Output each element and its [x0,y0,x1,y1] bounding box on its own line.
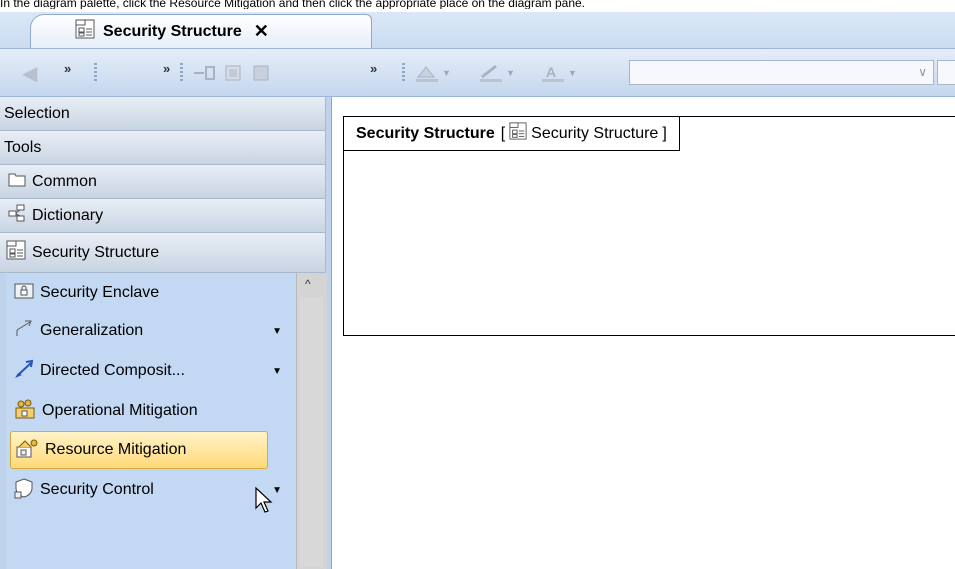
line-color-icon[interactable]: ▼ [478,61,515,85]
toolbar-grip[interactable] [180,63,183,83]
close-icon[interactable]: ✕ [254,21,269,42]
tab-security-structure[interactable]: Security Structure ✕ [30,14,372,48]
layout-icon[interactable] [224,61,242,85]
palette-scrollbar[interactable]: ^ [296,273,327,569]
directed-composition-icon [14,359,34,384]
category-label: Dictionary [32,206,104,224]
palette-item-list: Security Enclave Generalization ▼ Direct… [6,273,296,569]
palette-category-security-structure[interactable]: Security Structure [0,233,326,273]
resource-mitigation-icon [15,437,39,464]
image-icon[interactable] [252,61,270,85]
diagram-palette: Selection Tools Common Dictionary Securi… [0,97,332,569]
toolbar: ◀ » » » ▼ ▼ A ▼ ∨ [0,49,955,97]
palette-item-operational-mitigation[interactable]: Operational Mitigation [6,392,296,430]
toolbar-overflow-3[interactable]: » [370,61,377,76]
palette-category-common[interactable]: Common [0,165,326,199]
scroll-up-icon[interactable]: ^ [305,277,311,291]
palette-item-directed-composition[interactable]: Directed Composit... ▼ [6,352,296,390]
item-label: Security Enclave [40,284,160,301]
svg-text:A: A [546,64,556,80]
enclave-icon [14,282,34,305]
palette-item-generalization[interactable]: Generalization ▼ [6,312,296,350]
category-label: Selection [4,104,70,122]
palette-item-resource-mitigation[interactable]: Resource Mitigation [10,431,268,469]
mouse-cursor-icon [254,486,276,521]
frame-name: Security Structure [356,124,495,142]
frame-label: Security Structure [ Security Structure … [344,117,680,151]
palette-category-dictionary[interactable]: Dictionary [0,199,326,233]
frame-type: Security Structure [531,124,659,142]
item-label: Resource Mitigation [45,441,187,458]
chevron-down-icon[interactable]: ▼ [272,366,282,377]
back-arrow-icon[interactable]: ◀ [22,61,37,85]
item-label: Operational Mitigation [42,402,198,419]
diagram-icon [509,122,527,145]
category-label: Common [32,172,97,190]
diagram-icon [75,19,95,44]
palette-category-selection[interactable]: Selection [0,97,326,131]
scroll-thumb[interactable] [299,297,323,567]
palette-category-tools[interactable]: Tools [0,131,326,165]
dictionary-icon [8,204,26,227]
toolbar-overflow-1[interactable]: » [64,61,71,76]
item-label: Security Control [40,481,154,498]
tab-bar: Security Structure ✕ [0,12,955,49]
insert-icon[interactable] [192,61,216,85]
tab-title: Security Structure [103,22,242,40]
font-combo[interactable]: ∨ [629,60,934,85]
palette-item-security-control[interactable]: Security Control ▼ [6,471,296,509]
font-color-icon[interactable]: A ▼ [540,61,577,85]
chevron-down-icon[interactable]: ▼ [272,326,282,337]
palette-item-security-enclave[interactable]: Security Enclave [6,274,296,312]
diagram-pane[interactable]: Security Structure [ Security Structure … [332,97,955,569]
size-combo[interactable] [937,60,955,85]
application-window: Security Structure ✕ ◀ » » » ▼ ▼ A ▼ ∨ S… [0,12,955,569]
generalization-icon [14,318,34,345]
category-label: Security Structure [32,243,160,261]
toolbar-grip[interactable] [94,63,97,83]
item-label: Generalization [40,322,144,339]
diagram-frame[interactable]: Security Structure [ Security Structure … [343,116,955,336]
frame-bracket-open: [ [500,124,506,142]
instruction-text: In the diagram palette, click the Resour… [0,0,586,9]
diagram-icon [6,240,26,265]
frame-bracket-close: ] [662,124,667,142]
folder-icon [8,171,26,192]
toolbar-overflow-2[interactable]: » [163,61,170,76]
operational-mitigation-icon [14,398,36,425]
fill-color-icon[interactable]: ▼ [414,61,451,85]
security-control-icon [14,477,34,504]
chevron-down-icon[interactable]: ∨ [918,65,927,79]
item-label: Directed Composit... [40,362,185,379]
toolbar-grip[interactable] [402,63,405,83]
category-label: Tools [4,138,42,156]
